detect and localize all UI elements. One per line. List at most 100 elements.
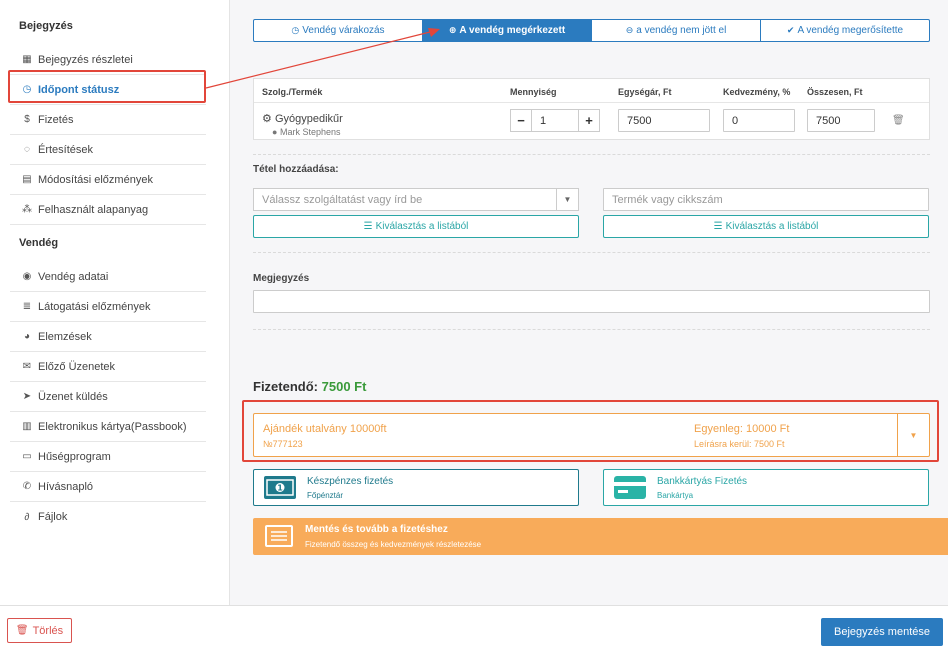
list-icon: ☰: [713, 221, 723, 232]
voucher-deduct: Leírásra kerül: 7500 Ft: [694, 439, 785, 449]
voucher-title: Ajándék utalvány 10000ft: [263, 423, 387, 435]
plus-circle-icon: ⊕: [448, 25, 457, 35]
sidebar-item-label: Hűségprogram: [38, 450, 111, 463]
note-input[interactable]: [253, 290, 930, 313]
list-icon: ☰: [363, 221, 373, 232]
sidebar-item-label: Fájlok: [38, 511, 68, 523]
product-list-button[interactable]: ☰ Kiválasztás a listából: [603, 215, 929, 238]
table-row-product: ⚙ Gyógypedikűr: [262, 112, 343, 125]
tab-guest-no-show[interactable]: ⊖ a vendég nem jött el: [592, 20, 761, 41]
card-payment-button[interactable]: Bankkártyás Fizetés Bankártya: [603, 469, 929, 506]
product-name: Gyógypedikűr: [274, 113, 343, 125]
chevron-down-icon[interactable]: ▼: [556, 189, 578, 210]
save-and-pay-title: Mentés és tovább a fizetéshez: [305, 524, 448, 535]
list-button-label: Kiválasztás a listából: [725, 221, 819, 232]
envelope-icon: ✉: [22, 361, 32, 372]
pie-chart-icon: ◕: [23, 331, 31, 342]
status-tabs: ◷ Vendég várakozás ⊕ A vendég megérkezet…: [253, 19, 930, 42]
sidebar-item-label: Fizetés: [38, 113, 74, 126]
discount-input[interactable]: [723, 109, 795, 132]
service-select[interactable]: ▼: [253, 188, 579, 211]
trash-icon: 🗑: [15, 625, 29, 636]
sidebar-item-label: Elektronikus kártya(Passbook): [38, 420, 187, 433]
qty-input[interactable]: [531, 109, 579, 132]
sidebar-item-payment[interactable]: $ Fizetés: [10, 105, 206, 135]
sidebar-item-label: Értesítések: [38, 143, 94, 156]
calendar-icon: ▦: [22, 54, 32, 65]
sidebar-item-analytics[interactable]: ◕ Elemzések: [10, 322, 206, 352]
col-header-total: Összesen, Ft: [807, 87, 863, 97]
sidebar-item-change-history[interactable]: ▤ Módosítási előzmények: [10, 165, 206, 195]
sidebar-item-passbook[interactable]: ▥ Elektronikus kártya(Passbook): [10, 412, 206, 442]
user-icon: ◉: [22, 271, 32, 282]
col-header-unit-price: Egységár, Ft: [618, 87, 672, 97]
cubes-icon: ⁂: [22, 204, 32, 215]
comment-icon: ◌: [24, 144, 30, 155]
voucher-select[interactable]: Ajándék utalvány 10000ft №777123 Egyenle…: [253, 413, 930, 457]
invoice-icon: [265, 525, 293, 547]
tab-guest-confirmed[interactable]: ✔ A vendég megerősítette: [761, 20, 929, 41]
sidebar-item-visit-history[interactable]: ≣ Látogatási előzmények: [10, 292, 206, 322]
divider: [253, 329, 930, 330]
tab-label: a vendég nem jött el: [636, 25, 727, 36]
tab-guest-waiting[interactable]: ◷ Vendég várakozás: [254, 20, 423, 41]
delete-label: Törlés: [32, 624, 64, 637]
id-card-icon: ▥: [22, 421, 32, 432]
cash-payment-button[interactable]: 1 Készpénzes fizetés Főpénztár: [253, 469, 579, 506]
file-icon: ▤: [22, 174, 32, 185]
total-input[interactable]: [807, 109, 875, 132]
cash-payment-sub: Főpénztár: [307, 491, 344, 500]
sidebar-item-label: Hívásnapló: [38, 480, 94, 493]
cash-payment-title: Készpénzes fizetés: [307, 476, 394, 487]
service-list-button[interactable]: ☰ Kiválasztás a listából: [253, 215, 579, 238]
divider: [253, 252, 930, 253]
banknote-icon: 1: [264, 476, 296, 499]
sidebar-item-guest-data[interactable]: ◉ Vendég adatai: [10, 262, 206, 292]
check-circle-icon: ✔: [786, 25, 795, 35]
sidebar-item-send-message[interactable]: ➤ Üzenet küldés: [10, 382, 206, 412]
delete-button[interactable]: 🗑 Törlés: [7, 618, 72, 643]
save-and-pay-sub: Fizetendő összeg és kedvezmények részlet…: [305, 540, 482, 549]
qty-decrease-button[interactable]: −: [510, 109, 532, 132]
phone-icon: ✆: [22, 481, 32, 492]
clock-icon: ◷: [22, 84, 32, 95]
save-and-pay-button[interactable]: Mentés és tovább a fizetéshez Fizetendő …: [253, 518, 948, 555]
sidebar-item-used-materials[interactable]: ⁂ Felhasznált alapanyag: [10, 195, 206, 225]
tab-guest-arrived[interactable]: ⊕ A vendég megérkezett: [423, 20, 592, 41]
col-header-product: Szolg./Termék: [262, 87, 323, 97]
sidebar-section-entry: Bejegyzés: [19, 20, 73, 32]
table-row-staff: ● Mark Stephens: [272, 127, 340, 137]
sidebar-item-previous-messages[interactable]: ✉ Előző Üzenetek: [10, 352, 206, 382]
amount-due-label: Fizetendő:: [253, 379, 318, 394]
voucher-code: №777123: [263, 439, 303, 449]
card-payment-title: Bankkártyás Fizetés: [657, 476, 748, 487]
sidebar-item-notifications[interactable]: ◌ Értesítések: [10, 135, 206, 165]
gear-icon: ⚙: [262, 113, 272, 125]
product-search-input[interactable]: [603, 188, 929, 211]
staff-name: Mark Stephens: [279, 127, 341, 137]
chevron-down-icon[interactable]: ▼: [897, 414, 929, 456]
service-search-input[interactable]: [254, 189, 556, 210]
credit-card-icon: [614, 476, 646, 499]
sidebar-item-label: Módosítási előzmények: [38, 173, 153, 186]
paperclip-icon: ∂: [24, 511, 30, 523]
sidebar-item-call-log[interactable]: ✆ Hívásnapló: [10, 472, 206, 502]
sidebar-item-files[interactable]: ∂ Fájlok: [10, 502, 206, 532]
user-icon: ●: [272, 127, 278, 137]
unit-price-input[interactable]: [618, 109, 710, 132]
sidebar-item-appointment-status[interactable]: ◷ Időpont státusz: [10, 75, 206, 105]
amount-due-value: 7500 Ft: [321, 379, 367, 394]
amount-due: Fizetendő: 7500 Ft: [253, 379, 366, 394]
sidebar-item-loyalty[interactable]: ▭ Hűségprogram: [10, 442, 206, 472]
qty-increase-button[interactable]: +: [578, 109, 600, 132]
sidebar-item-label: Előző Üzenetek: [38, 360, 116, 373]
sidebar-item-label: Felhasznált alapanyag: [38, 203, 149, 216]
note-label: Megjegyzés: [253, 273, 310, 284]
footer-bar: 🗑 Törlés Bejegyzés mentése: [0, 605, 948, 652]
minus-circle-icon: ⊖: [625, 25, 634, 35]
sidebar-item-entry-details[interactable]: ▦ Bejegyzés részletei: [10, 45, 206, 75]
trash-icon[interactable]: 🗑: [892, 115, 905, 126]
save-entry-button[interactable]: Bejegyzés mentése: [821, 618, 943, 646]
col-header-qty: Mennyiség: [510, 87, 557, 97]
tab-label: A vendég megérkezett: [459, 25, 566, 36]
